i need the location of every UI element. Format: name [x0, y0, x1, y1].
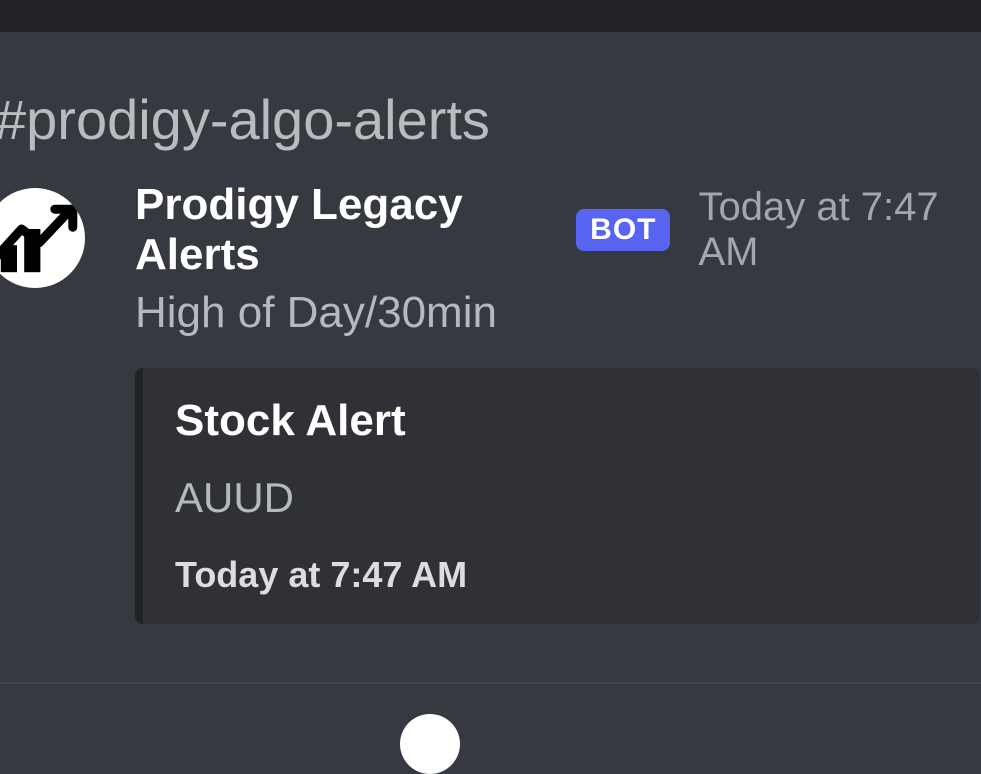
message-header: Prodigy Legacy Alerts BOT Today at 7:47 … [135, 180, 981, 280]
embed-title: Stock Alert [175, 396, 948, 446]
message: Prodigy Legacy Alerts BOT Today at 7:47 … [0, 172, 981, 632]
message-text: High of Day/30min [135, 288, 981, 338]
message-divider [0, 682, 981, 684]
embed-description: AUUD [175, 474, 948, 522]
embed-card: Stock Alert AUUD Today at 7:47 AM [135, 368, 980, 624]
embed-footer: Today at 7:47 AM [175, 554, 948, 596]
top-bar [0, 0, 981, 32]
avatar[interactable] [0, 188, 85, 288]
chart-icon [0, 193, 80, 283]
author-name[interactable]: Prodigy Legacy Alerts [135, 180, 558, 280]
message-content: Prodigy Legacy Alerts BOT Today at 7:47 … [135, 180, 981, 624]
bot-badge: BOT [576, 209, 670, 251]
channel-name[interactable]: #prodigy-algo-alerts [0, 32, 981, 172]
message-timestamp: Today at 7:47 AM [698, 185, 981, 275]
next-avatar[interactable] [400, 714, 460, 774]
